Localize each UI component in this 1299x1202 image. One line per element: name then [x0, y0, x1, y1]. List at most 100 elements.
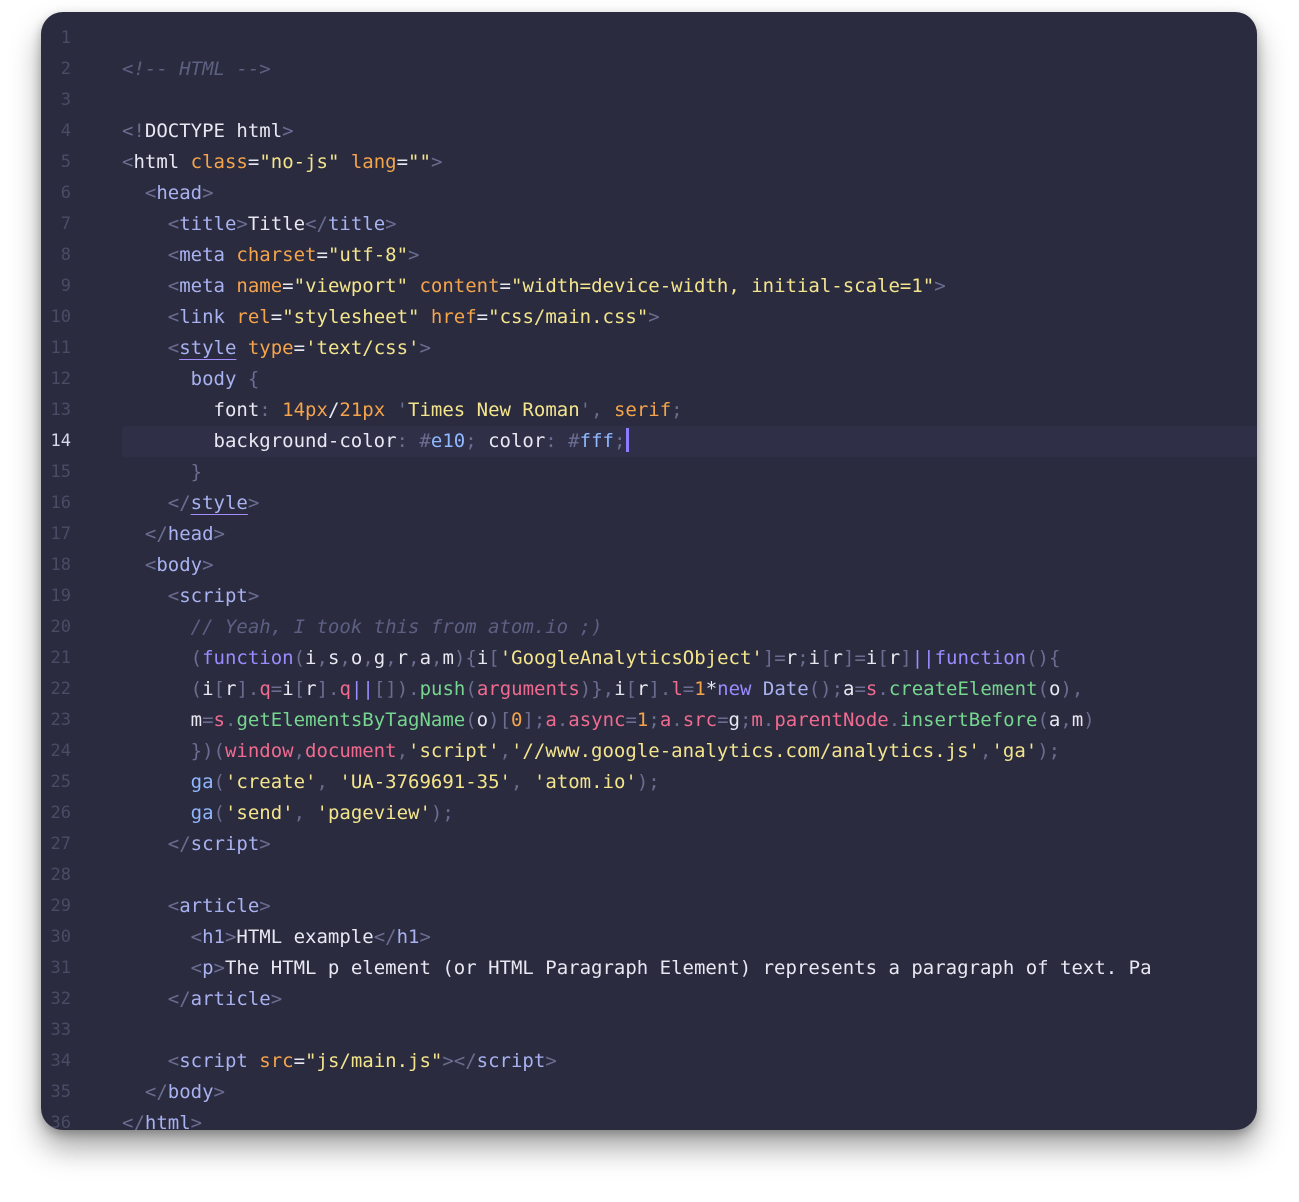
code-token: >: [408, 244, 420, 266]
code-token: rel: [236, 306, 271, 328]
code-line[interactable]: 20 // Yeah, I took this from atom.io ;): [41, 612, 1257, 643]
code-token: ,: [408, 647, 420, 669]
code-line[interactable]: 25 ga('create', 'UA-3769691-35', 'atom.i…: [41, 767, 1257, 798]
line-number: 1: [60, 28, 71, 48]
code-line[interactable]: 26 ga('send', 'pageview');: [41, 798, 1257, 829]
code-line[interactable]: 2 <!-- HTML -->: [41, 54, 1257, 85]
code-token: </: [122, 988, 191, 1010]
code-token: ].: [648, 678, 672, 700]
code-line[interactable]: 27 </script>: [41, 829, 1257, 860]
code-line[interactable]: 31 <p>The HTML p element (or HTML Paragr…: [41, 953, 1257, 984]
code-token: .: [224, 709, 237, 731]
code-token: <: [122, 1050, 180, 1072]
code-token: =: [316, 244, 328, 266]
code-line[interactable]: 7 <title>Title</title>: [41, 209, 1257, 240]
code-line[interactable]: 21 (function(i,s,o,g,r,a,m){i['GoogleAna…: [41, 643, 1257, 674]
code-line[interactable]: 32 </article>: [41, 984, 1257, 1015]
code-token: createElement: [888, 678, 1038, 700]
code-token: lang: [350, 151, 397, 173]
code-token: m: [751, 709, 763, 731]
code-token: body: [190, 368, 237, 390]
code-token: [: [625, 678, 637, 700]
code-token: ||: [350, 678, 374, 700]
code-token: 'UA-3769691-35': [339, 771, 511, 793]
code-token: o: [1049, 678, 1061, 700]
code-line[interactable]: 1: [41, 23, 1257, 54]
code-token: <: [122, 244, 180, 266]
code-line[interactable]: 12 body {: [41, 364, 1257, 395]
code-token: {: [236, 368, 260, 390]
code-token: );: [430, 802, 454, 824]
code-token: i: [865, 647, 878, 669]
code-line[interactable]: 15 }: [41, 457, 1257, 488]
code-line[interactable]: 13 font: 14px/21px 'Times New Roman', se…: [41, 395, 1257, 426]
code-line[interactable]: 16 </style>: [41, 488, 1257, 519]
code-line[interactable]: 6 <head>: [41, 178, 1257, 209]
code-token: q: [259, 678, 271, 700]
code-token: i: [808, 647, 821, 669]
code-token: <: [122, 151, 134, 173]
code-token: <: [122, 213, 180, 235]
code-token: a: [545, 709, 557, 731]
code-line[interactable]: 30 <h1>HTML example</h1>: [41, 922, 1257, 953]
code-token: ': [385, 399, 409, 421]
code-token: Title: [247, 213, 306, 235]
line-number: 29: [50, 896, 71, 916]
code-line[interactable]: 5 <html class="no-js" lang="">: [41, 147, 1257, 178]
code-token: i: [476, 647, 489, 669]
code-token: ;: [671, 399, 683, 421]
code-line[interactable]: 19 <script>: [41, 581, 1257, 612]
code-token: ,: [362, 647, 374, 669]
code-token: >: [202, 182, 214, 204]
code-token: a: [1048, 709, 1061, 731]
code-token: 'create': [224, 771, 317, 793]
code-token: /: [327, 399, 340, 421]
code-area[interactable]: 1 2 <!-- HTML --> 3 4 <!DOCTYPE html> 5 <html c…: [41, 23, 1257, 1130]
code-line[interactable]: 10 <link rel="stylesheet" href="css/main…: [41, 302, 1257, 333]
code-line[interactable]: 36 </html>: [41, 1108, 1257, 1130]
code-line[interactable]: 11 <style type='text/css'>: [41, 333, 1257, 364]
code-token: r: [785, 647, 798, 669]
code-line[interactable]: 9 <meta name="viewport" content="width=d…: [41, 271, 1257, 302]
code-line[interactable]: 18 <body>: [41, 550, 1257, 581]
code-line[interactable]: 29 <article>: [41, 891, 1257, 922]
code-line[interactable]: 17 </head>: [41, 519, 1257, 550]
code-token: :: [259, 399, 283, 421]
code-token: article: [179, 895, 260, 917]
code-token: ;: [613, 430, 626, 452]
code-text: font: 14px/21px 'Times New Roman', serif…: [122, 395, 1257, 426]
code-token: ,: [979, 740, 992, 762]
code-line[interactable]: 35 </body>: [41, 1077, 1257, 1108]
code-token: })(: [122, 740, 225, 762]
code-line[interactable]: 24 })(window,document,'script','//www.go…: [41, 736, 1257, 767]
code-line[interactable]: 14 background-color: #e10; color: #fff;: [41, 426, 1257, 457]
code-token: =: [625, 709, 637, 731]
line-number: 13: [50, 400, 71, 420]
code-token: ();: [808, 678, 844, 700]
code-line[interactable]: 28: [41, 860, 1257, 891]
code-token: =: [270, 306, 283, 328]
code-token: 'pageview': [316, 802, 431, 824]
code-line[interactable]: 34 <script src="js/main.js"></script>: [41, 1046, 1257, 1077]
code-token: ,: [396, 740, 409, 762]
code-token: s: [865, 678, 878, 700]
code-text: <meta name="viewport" content="width=dev…: [122, 271, 1257, 302]
code-line[interactable]: 4 <!DOCTYPE html>: [41, 116, 1257, 147]
code-token: ,: [1060, 709, 1072, 731]
code-token: ].: [316, 678, 340, 700]
code-text: background-color: #e10; color: #fff;: [122, 426, 1257, 457]
code-line[interactable]: 8 <meta charset="utf-8">: [41, 240, 1257, 271]
code-token: >: [224, 926, 237, 948]
code-token: >: [236, 213, 248, 235]
code-token: =: [270, 678, 283, 700]
code-line[interactable]: 22 (i[r].q=i[r].q||[]).push(arguments)},…: [41, 674, 1257, 705]
code-line[interactable]: 33: [41, 1015, 1257, 1046]
code-token: .: [762, 709, 775, 731]
code-token: src: [682, 709, 718, 731]
code-token: </: [305, 213, 328, 235]
code-line[interactable]: 3: [41, 85, 1257, 116]
code-line[interactable]: 23 m=s.getElementsByTagName(o)[0];a.asyn…: [41, 705, 1257, 736]
code-text: <head>: [122, 178, 1257, 209]
